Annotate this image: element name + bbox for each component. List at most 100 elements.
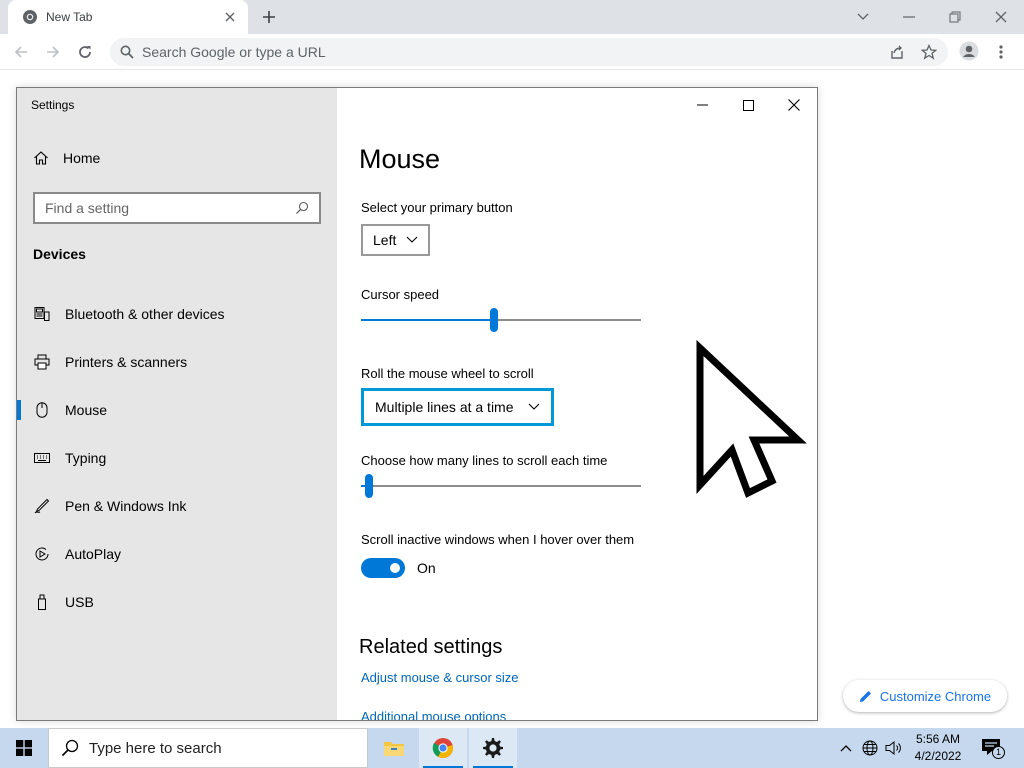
usb-icon <box>33 593 51 611</box>
sidebar-item-label: USB <box>65 594 94 610</box>
wheel-scroll-dropdown[interactable]: Multiple lines at a time <box>361 388 554 426</box>
notification-center-icon[interactable]: 1 <box>980 736 1005 760</box>
chrome-favicon-icon <box>23 10 37 24</box>
browser-restore-icon[interactable] <box>944 6 966 28</box>
find-setting-input[interactable] <box>45 200 295 216</box>
toggle-state: On <box>417 560 436 576</box>
pen-icon <box>33 497 51 515</box>
taskbar-search[interactable] <box>48 728 368 768</box>
adjust-mouse-cursor-link[interactable]: Adjust mouse & cursor size <box>361 670 519 685</box>
sidebar-item-label: AutoPlay <box>65 546 122 562</box>
omnibox-search-icon <box>120 45 134 59</box>
forward-arrow-icon[interactable] <box>42 41 64 63</box>
tray-chevron-up-icon[interactable] <box>836 738 856 758</box>
omnibox-input[interactable] <box>142 44 842 60</box>
printer-icon <box>33 353 51 371</box>
chevron-down-icon <box>406 236 418 243</box>
sidebar-item-bluetooth[interactable]: Bluetooth & other devices <box>17 290 337 338</box>
settings-minimize-icon[interactable] <box>679 92 725 118</box>
lines-scroll-label: Choose how many lines to scroll each tim… <box>361 453 608 468</box>
slider-thumb[interactable] <box>365 474 373 498</box>
sidebar-item-printers[interactable]: Printers & scanners <box>17 338 337 386</box>
page-title: Mouse <box>359 144 441 174</box>
mouse-icon <box>33 401 51 419</box>
sidebar-item-pen[interactable]: Pen & Windows Ink <box>17 482 337 530</box>
notification-count-badge: 1 <box>992 746 1005 759</box>
sidebar-item-label: Typing <box>65 450 107 466</box>
sidebar-item-label: Pen & Windows Ink <box>65 498 187 514</box>
wheel-scroll-value: Multiple lines at a time <box>375 399 514 415</box>
clock-time: 5:56 AM <box>915 732 961 746</box>
autoplay-icon <box>33 545 51 563</box>
sidebar-item-label: Mouse <box>65 402 108 418</box>
settings-close-icon[interactable] <box>771 92 817 118</box>
new-tab-plus-icon[interactable] <box>258 6 280 28</box>
customize-chrome-button[interactable]: Customize Chrome <box>843 680 1007 712</box>
browser-tab[interactable]: New Tab <box>8 0 248 34</box>
customize-chrome-label: Customize Chrome <box>879 688 992 704</box>
inactive-scroll-toggle[interactable] <box>361 558 405 578</box>
reload-icon[interactable] <box>74 41 96 63</box>
inactive-scroll-toggle-row: On <box>361 558 436 578</box>
sidebar-item-label: Printers & scanners <box>65 354 188 370</box>
bluetooth-devices-icon <box>33 305 51 323</box>
network-globe-icon[interactable] <box>860 738 880 758</box>
browser-tabstrip: New Tab <box>0 0 1024 34</box>
additional-mouse-options-link[interactable]: Additional mouse options <box>361 709 506 720</box>
taskbar-clock[interactable]: 5:56 AM 4/2/2022 <box>908 731 968 765</box>
sidebar-home[interactable]: Home <box>33 150 100 166</box>
cursor-speed-label: Cursor speed <box>361 287 440 302</box>
lines-scroll-slider[interactable] <box>361 474 641 498</box>
sidebar-item-mouse[interactable]: Mouse <box>17 386 337 434</box>
settings-window-title: Settings <box>31 98 75 112</box>
mouse-pointer-icon <box>696 340 807 498</box>
slider-fill <box>361 319 494 321</box>
find-setting-box[interactable] <box>33 192 321 224</box>
slider-thumb[interactable] <box>490 308 498 332</box>
settings-gear-taskbar-icon[interactable] <box>469 728 517 768</box>
clock-date: 4/2/2022 <box>914 749 962 763</box>
sidebar-home-label: Home <box>63 150 101 166</box>
share-icon[interactable] <box>886 41 908 63</box>
find-setting-search-icon <box>296 201 309 214</box>
chevron-down-icon <box>528 403 539 410</box>
sidebar-item-typing[interactable]: Typing <box>17 434 337 482</box>
inactive-scroll-label: Scroll inactive windows when I hover ove… <box>361 532 635 547</box>
volume-speaker-icon[interactable] <box>884 738 904 758</box>
bookmark-star-icon[interactable] <box>918 41 940 63</box>
sidebar-item-autoplay[interactable]: AutoPlay <box>17 530 337 578</box>
sidebar-item-label: Bluetooth & other devices <box>65 306 225 322</box>
sidebar-nav-list: Bluetooth & other devices Printers & sca… <box>17 290 337 626</box>
sidebar-section-devices: Devices <box>33 246 86 262</box>
settings-maximize-icon[interactable] <box>725 92 771 118</box>
file-explorer-icon[interactable] <box>370 728 418 768</box>
browser-minimize-icon[interactable] <box>898 6 920 28</box>
toggle-knob <box>390 563 400 573</box>
profile-avatar-icon[interactable] <box>958 40 980 62</box>
taskbar-search-icon <box>61 739 79 757</box>
primary-button-dropdown[interactable]: Left <box>361 224 431 256</box>
primary-button-label: Select your primary button <box>361 200 513 215</box>
tab-search-chevron-icon[interactable] <box>852 6 874 28</box>
primary-button-value: Left <box>373 232 397 248</box>
wheel-scroll-label: Roll the mouse wheel to scroll <box>361 366 534 381</box>
slider-track <box>361 485 641 487</box>
settings-sidebar: Settings Home Devices Bluetooth & other … <box>17 88 337 720</box>
pencil-icon <box>859 690 871 702</box>
related-settings-heading: Related settings <box>359 636 503 658</box>
browser-toolbar <box>0 34 1024 70</box>
chrome-taskbar-icon[interactable] <box>419 728 467 768</box>
home-icon <box>34 151 48 165</box>
browser-close-icon[interactable] <box>990 6 1012 28</box>
keyboard-icon <box>33 449 51 467</box>
back-arrow-icon[interactable] <box>10 41 32 63</box>
windows-taskbar: 5:56 AM 4/2/2022 1 <box>0 728 1024 768</box>
cursor-speed-slider[interactable] <box>361 308 641 332</box>
tab-title: New Tab <box>46 10 93 24</box>
tab-close-icon[interactable] <box>222 9 238 25</box>
taskbar-search-input[interactable] <box>89 739 349 757</box>
sidebar-item-usb[interactable]: USB <box>17 578 337 626</box>
windows-start-icon[interactable] <box>0 728 48 768</box>
omnibox[interactable] <box>110 38 948 66</box>
chrome-menu-icon[interactable] <box>990 41 1012 63</box>
